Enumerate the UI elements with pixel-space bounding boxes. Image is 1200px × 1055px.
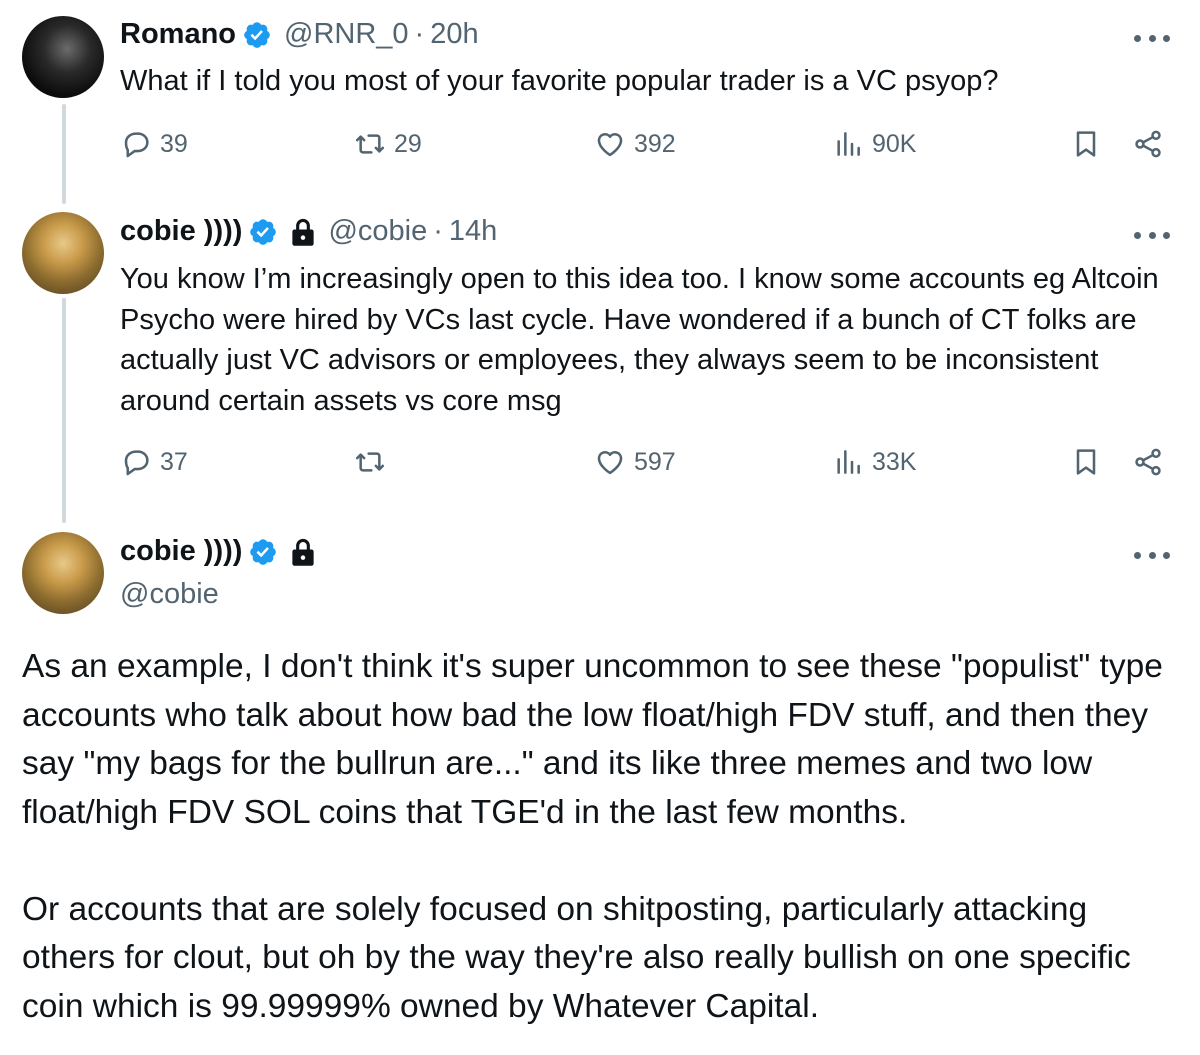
tweet-text: You know I’m increasingly open to this i… xyxy=(120,263,1159,417)
retweet-button[interactable]: 29 xyxy=(354,128,422,160)
share-button[interactable] xyxy=(1132,128,1164,160)
view-count: 90K xyxy=(872,129,917,158)
handle[interactable]: @cobie xyxy=(120,578,219,611)
views-icon xyxy=(832,128,864,160)
tweet-text: What if I told you most of your favorite… xyxy=(120,65,999,97)
bookmark-icon xyxy=(1070,128,1102,160)
bookmark-button[interactable] xyxy=(1070,446,1102,478)
reply-button[interactable]: 37 xyxy=(120,446,188,478)
avatar[interactable] xyxy=(22,532,104,614)
timestamp[interactable]: 20h xyxy=(430,18,478,51)
lock-icon xyxy=(290,217,316,247)
thread-line xyxy=(62,104,66,204)
reply-icon xyxy=(120,128,152,160)
tweet-header: Romano @RNR_0 · 20h xyxy=(120,18,479,51)
bookmark-button[interactable] xyxy=(1070,128,1102,160)
view-count: 33K xyxy=(872,447,917,476)
main-tweet-paragraph: As an example, I don't think it's super … xyxy=(22,648,1163,831)
reply-count: 37 xyxy=(160,447,188,476)
views-button[interactable]: 33K xyxy=(832,446,916,478)
views-button[interactable]: 90K xyxy=(832,128,916,160)
tweet-header: cobie )))) @cobie · 14h xyxy=(120,215,497,248)
retweet-button[interactable] xyxy=(354,446,386,478)
timestamp[interactable]: 14h xyxy=(449,215,497,248)
like-button[interactable]: 392 xyxy=(594,128,676,160)
like-count: 392 xyxy=(634,129,676,158)
bookmark-icon xyxy=(1070,446,1102,478)
avatar[interactable] xyxy=(22,16,104,98)
retweet-count: 29 xyxy=(394,129,422,158)
action-bar: 39 29 392 90K xyxy=(120,128,1170,168)
avatar[interactable] xyxy=(22,212,104,294)
lock-icon xyxy=(290,537,316,567)
heart-icon xyxy=(594,446,626,478)
action-bar: 37 597 33K xyxy=(120,446,1170,486)
separator-dot: · xyxy=(433,215,443,247)
handle[interactable]: @RNR_0 xyxy=(284,18,409,51)
display-name[interactable]: cobie )))) xyxy=(120,215,242,248)
share-icon xyxy=(1132,446,1164,478)
handle[interactable]: @cobie xyxy=(328,215,427,248)
display-name[interactable]: Romano xyxy=(120,18,236,51)
retweet-icon xyxy=(354,128,386,160)
separator-dot: · xyxy=(414,18,425,50)
tweet-header: cobie )))) xyxy=(120,535,316,568)
verified-badge-icon xyxy=(248,217,278,247)
more-icon[interactable] xyxy=(1134,32,1170,44)
heart-icon xyxy=(594,128,626,160)
reply-icon xyxy=(120,446,152,478)
reply-count: 39 xyxy=(160,129,188,158)
thread-line xyxy=(62,298,66,523)
display-name[interactable]: cobie )))) xyxy=(120,535,242,568)
retweet-icon xyxy=(354,446,386,478)
like-button[interactable]: 597 xyxy=(594,446,676,478)
reply-button[interactable]: 39 xyxy=(120,128,188,160)
main-tweet-text: As an example, I don't think it's super … xyxy=(22,643,1178,1031)
verified-badge-icon xyxy=(248,537,278,567)
main-tweet-paragraph: Or accounts that are solely focused on s… xyxy=(22,890,1131,1025)
views-icon xyxy=(832,446,864,478)
share-icon xyxy=(1132,128,1164,160)
more-icon[interactable] xyxy=(1134,549,1170,561)
like-count: 597 xyxy=(634,447,676,476)
more-icon[interactable] xyxy=(1134,229,1170,241)
share-button[interactable] xyxy=(1132,446,1164,478)
verified-badge-icon xyxy=(242,20,272,50)
